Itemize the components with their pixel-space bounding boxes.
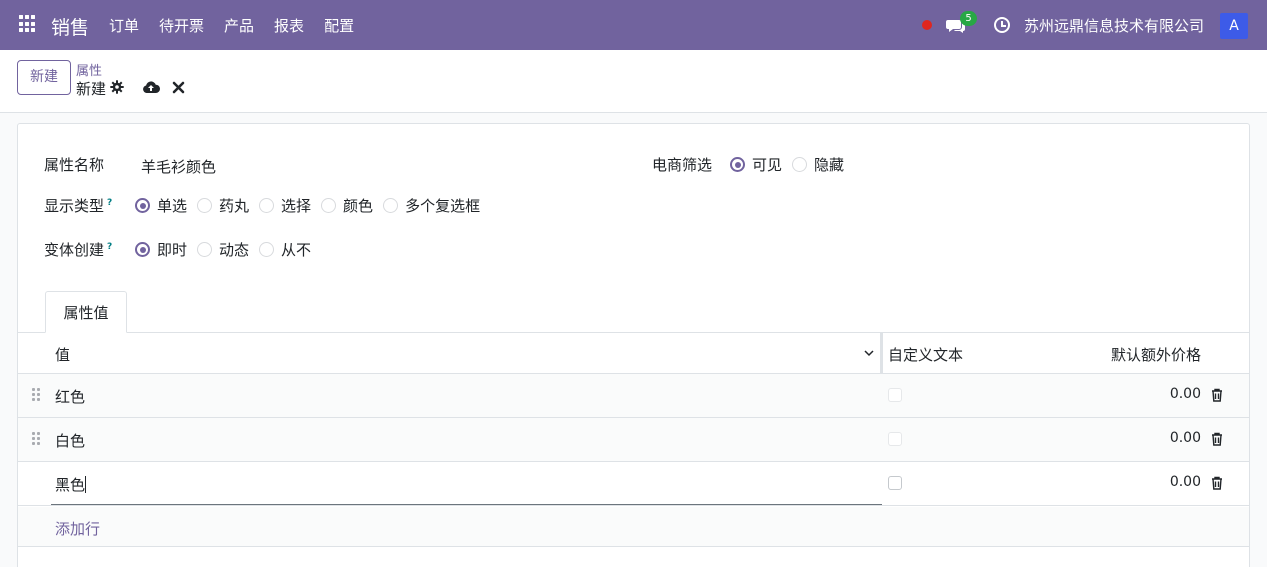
custom-text-checkbox[interactable] <box>888 388 902 402</box>
top-navbar: 销售 订单 待开票 产品 报表 配置 5 苏州远鼎信息技术有限公司 A <box>0 0 1267 50</box>
recording-indicator-icon[interactable] <box>922 20 932 30</box>
chevron-down-icon[interactable] <box>864 348 874 358</box>
breadcrumb-parent[interactable]: 属性 <box>76 60 102 79</box>
message-count-badge: 5 <box>960 11 977 26</box>
variant-creation-label: 变体创建? <box>44 241 113 259</box>
table-row[interactable]: 白色 0.00 <box>18 418 1249 462</box>
radio-visible[interactable]: 可见 <box>730 154 782 175</box>
extra-price-cell[interactable]: 0.00 <box>1170 474 1201 490</box>
ecommerce-filter-radio: 可见 隐藏 <box>730 154 854 175</box>
trash-icon[interactable] <box>1211 432 1223 446</box>
table-row[interactable]: 红色 0.00 <box>18 374 1249 418</box>
drag-handle-icon[interactable] <box>32 432 40 446</box>
drag-handle-icon[interactable] <box>32 388 40 402</box>
radio-color[interactable]: 颜色 <box>321 195 373 216</box>
column-header-custom-text[interactable]: 自定义文本 <box>888 344 963 365</box>
breadcrumb-current: 新建 <box>76 80 107 98</box>
user-avatar[interactable]: A <box>1220 13 1248 39</box>
gear-icon[interactable] <box>110 80 124 94</box>
menu-item-to-invoice[interactable]: 待开票 <box>159 15 204 36</box>
company-switcher[interactable]: 苏州远鼎信息技术有限公司 <box>1024 15 1204 36</box>
display-type-radio: 单选 药丸 选择 颜色 多个复选框 <box>135 195 490 216</box>
column-header-value[interactable]: 值 <box>55 344 70 365</box>
menu-item-configuration[interactable]: 配置 <box>324 15 354 36</box>
apps-grid-icon[interactable] <box>19 15 37 33</box>
table-row-editing[interactable]: 黑色 0.00 <box>18 462 1249 506</box>
close-icon[interactable] <box>172 81 185 94</box>
attribute-name-input[interactable]: 羊毛衫颜色 <box>141 156 216 177</box>
column-header-extra-price[interactable]: 默认额外价格 <box>1111 344 1201 365</box>
radio-multi-checkbox[interactable]: 多个复选框 <box>383 195 480 216</box>
extra-price-cell[interactable]: 0.00 <box>1170 386 1201 402</box>
radio-hidden[interactable]: 隐藏 <box>792 154 844 175</box>
app-name[interactable]: 销售 <box>51 13 89 40</box>
radio-select[interactable]: 选择 <box>259 195 311 216</box>
new-button[interactable]: 新建 <box>17 60 71 95</box>
form-sheet: 属性名称 羊毛衫颜色 电商筛选 可见 隐藏 显示类型? 单选 药丸 选择 颜色 … <box>17 123 1250 567</box>
radio-radio[interactable]: 单选 <box>135 195 187 216</box>
radio-pills[interactable]: 药丸 <box>197 195 249 216</box>
menu-item-products[interactable]: 产品 <box>224 15 254 36</box>
column-resize-handle[interactable] <box>880 333 883 374</box>
tab-attribute-values[interactable]: 属性值 <box>45 291 127 333</box>
variant-creation-radio: 即时 动态 从不 <box>135 239 321 260</box>
input-underline <box>51 504 882 505</box>
custom-text-checkbox[interactable] <box>888 476 902 490</box>
extra-price-cell[interactable]: 0.00 <box>1170 430 1201 446</box>
trash-icon[interactable] <box>1211 388 1223 402</box>
clock-icon[interactable] <box>994 17 1010 33</box>
display-type-label: 显示类型? <box>44 197 113 215</box>
radio-instantly[interactable]: 即时 <box>135 239 187 260</box>
add-line-link[interactable]: 添加行 <box>55 518 100 539</box>
ecommerce-filter-label: 电商筛选 <box>652 156 713 174</box>
menu-item-orders[interactable]: 订单 <box>109 15 139 36</box>
value-name-cell[interactable]: 白色 <box>55 430 85 451</box>
radio-never[interactable]: 从不 <box>259 239 311 260</box>
value-name-input[interactable]: 黑色 <box>55 474 87 495</box>
text-caret <box>85 476 87 493</box>
attribute-name-label: 属性名称 <box>44 156 105 174</box>
radio-dynamically[interactable]: 动态 <box>197 239 249 260</box>
add-line-row: 添加行 <box>18 507 1249 547</box>
main-menu: 订单 待开票 产品 报表 配置 <box>109 15 374 36</box>
help-tooltip-icon[interactable]: ? <box>107 198 112 208</box>
trash-icon[interactable] <box>1211 476 1223 490</box>
value-name-cell[interactable]: 红色 <box>55 386 85 407</box>
table-header: 值 自定义文本 默认额外价格 <box>18 333 1249 374</box>
control-panel: 新建 属性 新建 <box>0 50 1267 113</box>
custom-text-checkbox[interactable] <box>888 432 902 446</box>
help-tooltip-icon[interactable]: ? <box>107 242 112 252</box>
menu-item-reporting[interactable]: 报表 <box>274 15 304 36</box>
cloud-upload-icon[interactable] <box>142 80 160 94</box>
